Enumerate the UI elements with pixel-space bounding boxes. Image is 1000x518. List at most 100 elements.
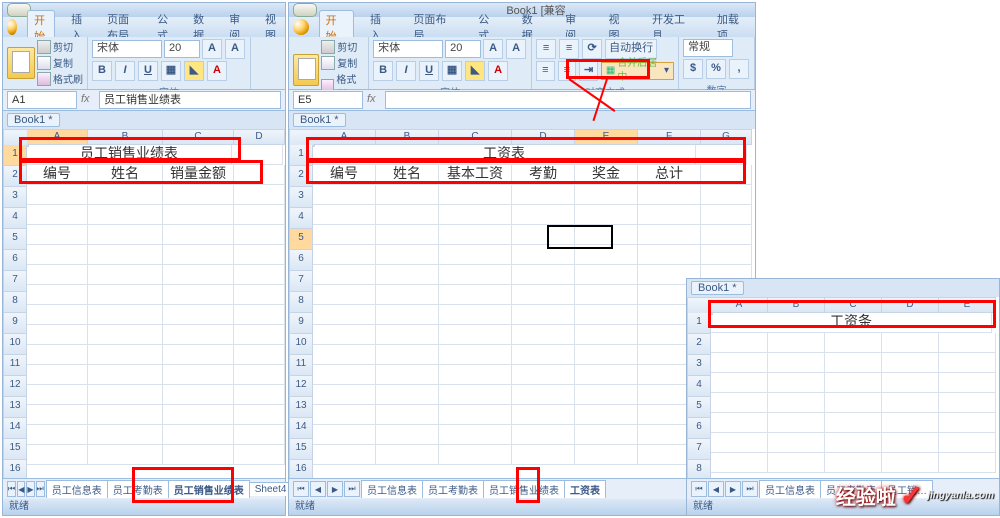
increase-font-icon[interactable]: A [483,39,503,59]
copy-button[interactable]: 复制 [321,55,364,70]
nav-last[interactable]: ⏭ [742,481,758,497]
header-cell[interactable]: 编号 [313,165,376,185]
title-cell[interactable]: 工资表 [313,145,696,165]
nav-next[interactable]: ▶ [725,481,741,497]
align-mid-icon[interactable]: ≡ [559,39,579,59]
font-color-button[interactable]: A [207,61,227,81]
sheet-tab[interactable]: 员工信息表 [361,480,423,498]
cut-button[interactable]: 剪切 [321,39,364,54]
indent-icon[interactable]: ⇥ [579,61,598,81]
title-cell[interactable]: 工资条 [711,313,992,333]
underline-button[interactable]: U [138,61,158,81]
nav-prev[interactable]: ◀ [17,481,25,497]
formula-content[interactable] [385,91,751,109]
fill-color-button[interactable]: ◣ [465,61,485,81]
align-left-icon[interactable]: ≡ [536,61,555,81]
row-headers[interactable]: 12345678910111213141516 [3,145,27,478]
workbook-name[interactable]: Book1 * [293,113,346,127]
wrap-text-button[interactable]: 自动换行 [605,39,657,59]
office-button[interactable] [293,3,317,17]
cells[interactable]: 工资条 [711,313,999,478]
group-font: 宋体 20 A A B I U ▦ ◣ A 字体 [88,37,251,89]
merge-center-button[interactable]: ▦合并后居中▾ [601,62,674,80]
name-box[interactable]: A1 [7,91,77,109]
fx-icon[interactable]: fx [367,93,381,107]
nav-next[interactable]: ▶ [327,481,343,497]
nav-first[interactable]: ⏮ [293,481,309,497]
decrease-font-icon[interactable]: A [506,39,526,59]
nav-prev[interactable]: ◀ [310,481,326,497]
sheet-tab[interactable]: Sheet4 [249,482,293,496]
header-cell[interactable]: 基本工资 [439,165,512,185]
sheet-tab[interactable]: 员工考勤表 [107,480,169,498]
align-top-icon[interactable]: ≡ [536,39,556,59]
italic-button[interactable]: I [396,61,416,81]
group-number: 常规 $%, 数字 [679,37,755,89]
nav-last[interactable]: ⏭ [36,481,45,497]
border-button[interactable]: ▦ [442,61,462,81]
grid[interactable]: ABCDE 12345678 工资条 [687,297,999,478]
office-orb[interactable] [7,19,17,35]
align-orient-icon[interactable]: ⟳ [582,39,602,59]
header-cell[interactable]: 编号 [27,165,88,185]
sheet-tabs: ⏮◀▶⏭ 员工信息表 员工考勤表 员工销售业绩表 Sheet4 [3,478,285,499]
bold-button[interactable]: B [373,61,393,81]
align-center-icon[interactable]: ≡ [558,61,577,81]
sheet-tab[interactable]: 员工销售业绩表 [168,480,250,498]
sheet-tab[interactable]: 员工考勤表 [422,480,484,498]
row-headers[interactable]: 12345678910111213141516 [289,145,313,478]
sheet-tab[interactable]: 员工信息表 [46,480,108,498]
percent-icon[interactable]: % [706,59,726,79]
header-cell[interactable]: 姓名 [376,165,439,185]
paste-icon[interactable] [7,47,35,79]
header-cell[interactable]: 姓名 [88,165,163,185]
format-painter-button[interactable]: 格式刷 [37,71,83,86]
font-name-combo[interactable]: 宋体 [92,40,162,58]
currency-icon[interactable]: $ [683,59,703,79]
title-cell[interactable]: 员工销售业绩表 [27,145,232,165]
ribbon: 剪切 复制 格式刷 剪贴板 宋体 20 A A B I U ▦ [3,37,285,90]
italic-button[interactable]: I [115,61,135,81]
underline-button[interactable]: U [419,61,439,81]
header-cell[interactable]: 奖金 [575,165,638,185]
sheet-tab[interactable]: 工资表 [564,480,606,498]
font-size-combo[interactable]: 20 [164,40,200,58]
nav-next[interactable]: ▶ [26,481,34,497]
header-cell[interactable]: 总计 [638,165,701,185]
cut-button[interactable]: 剪切 [37,39,83,54]
nav-last[interactable]: ⏭ [344,481,360,497]
comma-icon[interactable]: , [729,59,749,79]
nav-prev[interactable]: ◀ [708,481,724,497]
nav-first[interactable]: ⏮ [691,481,707,497]
font-size-combo[interactable]: 20 [445,40,481,58]
row-headers[interactable]: 12345678 [687,313,711,478]
formula-content[interactable]: 员工销售业绩表 [99,91,281,109]
cells[interactable]: 员工销售业绩表 编号姓名销量金额 [27,145,285,478]
border-button[interactable]: ▦ [161,61,181,81]
grid[interactable]: ABCD 12345678910111213141516 员工销售业绩表 编号姓… [3,129,285,478]
column-headers[interactable]: ABCDEFG [313,129,755,145]
paste-icon[interactable] [293,54,319,86]
number-format-combo[interactable]: 常规 [683,39,733,57]
copy-button[interactable]: 复制 [37,55,83,70]
sheet-tab[interactable]: 员工销售业绩表 [483,480,565,498]
workbook-name[interactable]: Book1 * [7,113,60,127]
name-box[interactable]: E5 [293,91,363,109]
bold-button[interactable]: B [92,61,112,81]
decrease-font-icon[interactable]: A [225,39,245,59]
sheet-tab[interactable]: 员工信息表 [759,480,821,498]
workbook-name[interactable]: Book1 * [691,281,744,295]
increase-font-icon[interactable]: A [202,39,222,59]
fx-icon[interactable]: fx [81,93,95,107]
font-color-button[interactable]: A [488,61,508,81]
header-cell[interactable]: 考勤 [512,165,575,185]
column-headers[interactable]: ABCD [27,129,285,145]
font-name-combo[interactable]: 宋体 [373,40,443,58]
fill-color-button[interactable]: ◣ [184,61,204,81]
nav-first[interactable]: ⏮ [7,481,16,497]
office-orb[interactable] [293,19,309,35]
excel-window-left: 开始 插入 页面布局 公式 数据 审阅 视图 剪切 复制 格式刷 剪贴板 宋体 … [2,2,286,516]
column-headers[interactable]: ABCDE [711,297,999,313]
menu-tabs: 开始 插入 页面布局 公式 数据 审阅 视图 开发工具 加载项 [289,17,755,37]
header-cell[interactable]: 销量金额 [163,165,234,185]
